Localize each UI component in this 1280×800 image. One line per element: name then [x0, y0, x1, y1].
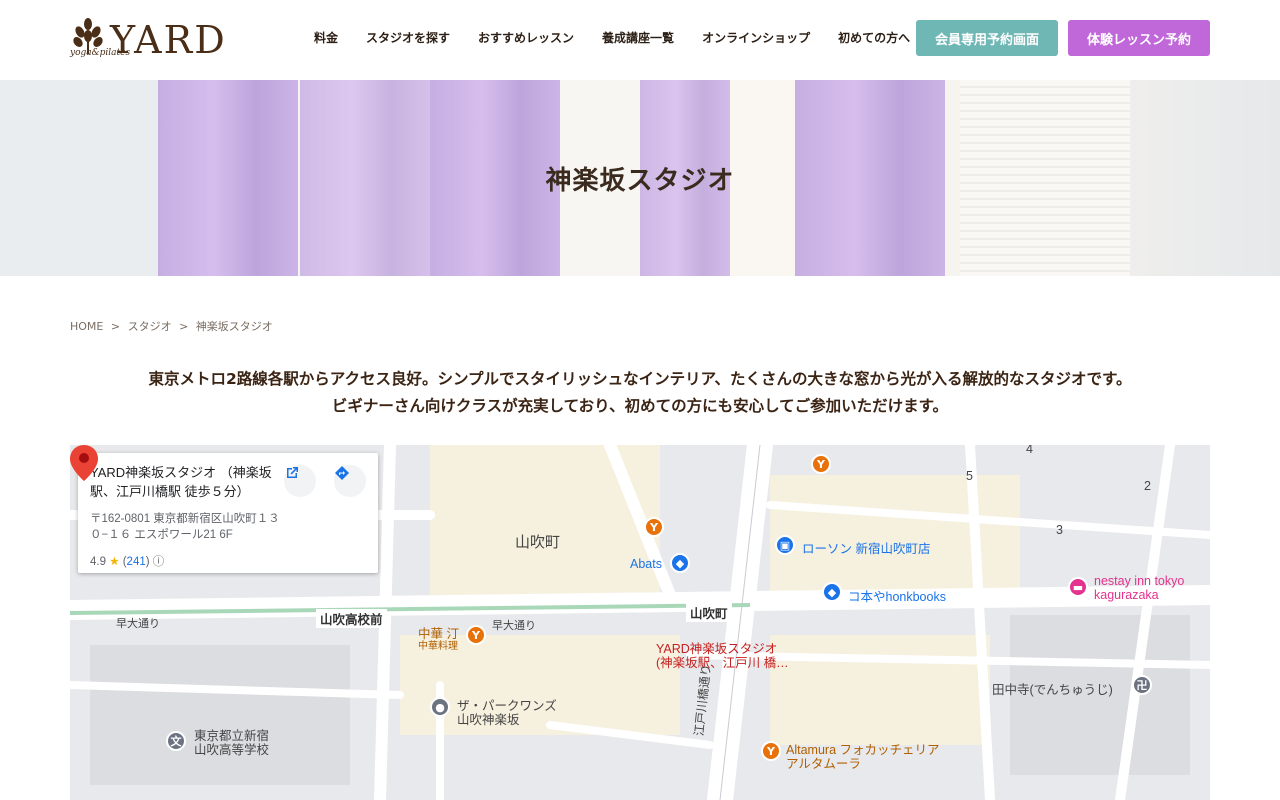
- breadcrumb-studio[interactable]: スタジオ: [128, 320, 172, 333]
- info-icon[interactable]: ⓘ: [153, 556, 165, 568]
- restaurant-icon[interactable]: Y: [761, 741, 781, 761]
- logo-tagline: yoga&pilates: [70, 48, 131, 58]
- studio-intro: 東京メトロ2路線各駅からアクセス良好。シンプルでスタイリッシュなインテリア、たく…: [70, 366, 1210, 420]
- main-nav: 料金 スタジオを探す おすすめレッスン 養成講座一覧 オンラインショップ 初めて…: [300, 28, 924, 48]
- member-booking-button[interactable]: 会員専用予約画面: [916, 20, 1058, 56]
- rating-value: 4.9: [90, 556, 106, 568]
- map-label[interactable]: kagurazaka: [1094, 588, 1159, 602]
- restaurant-icon[interactable]: Y: [644, 517, 664, 537]
- open-in-maps-icon[interactable]: [284, 465, 316, 497]
- intro-line: 東京メトロ2路線各駅からアクセス良好。シンプルでスタイリッシュなインテリア、たく…: [148, 370, 1132, 388]
- temple-icon[interactable]: 卍: [1132, 675, 1152, 695]
- map-label: 早大通り: [116, 618, 160, 630]
- site-header: YARD yoga&pilates 料金 スタジオを探す おすすめレッスン 養成…: [0, 0, 1280, 80]
- nav-item-recommended-lessons[interactable]: おすすめレッスン: [464, 28, 588, 48]
- map-label[interactable]: アルタムーラ: [786, 753, 861, 772]
- breadcrumb-current: 神楽坂スタジオ: [195, 320, 273, 333]
- nav-item-online-shop[interactable]: オンラインショップ: [688, 28, 824, 48]
- nav-item-first-time[interactable]: 初めての方へ: [824, 28, 924, 48]
- bookstore-icon[interactable]: ◆: [822, 582, 842, 602]
- map-label[interactable]: コ本やhonkbooks: [848, 586, 946, 605]
- map-label[interactable]: 山吹神楽坂: [457, 709, 520, 728]
- breadcrumb: HOME > スタジオ > 神楽坂スタジオ: [70, 318, 277, 334]
- location-pin-icon[interactable]: [70, 445, 98, 481]
- restaurant-icon[interactable]: Y: [811, 454, 831, 474]
- hero-banner: 神楽坂スタジオ: [0, 80, 1280, 276]
- place-icon[interactable]: ●: [430, 697, 450, 717]
- map-label: 早大通り: [492, 620, 536, 632]
- map-label[interactable]: Abats: [630, 557, 662, 571]
- breadcrumb-separator: >: [110, 320, 121, 333]
- map-label[interactable]: ローソン 新宿山吹町店: [802, 538, 930, 557]
- map-label[interactable]: 田中寺(でんちゅうじ): [992, 679, 1113, 698]
- breadcrumb-home[interactable]: HOME: [70, 320, 103, 333]
- map-label: 山吹高校前: [316, 609, 387, 628]
- breadcrumb-separator: >: [179, 320, 189, 333]
- map-label[interactable]: 中華料理: [418, 637, 458, 652]
- map-block-number: 5: [966, 469, 973, 483]
- map-label: 山吹町: [515, 534, 561, 551]
- shopping-icon[interactable]: ◆: [670, 553, 690, 573]
- map-label[interactable]: nestay inn tokyo: [1094, 574, 1184, 588]
- nav-item-find-studio[interactable]: スタジオを探す: [352, 28, 464, 48]
- map-block-number: 4: [1026, 445, 1033, 456]
- map-block-number: 3: [1056, 523, 1063, 537]
- star-icon: ★: [109, 556, 120, 568]
- restaurant-icon[interactable]: Y: [466, 625, 486, 645]
- intro-line: ビギナーさん向けクラスが充実しており、初めての方にも安心してご参加いただけます。: [331, 397, 949, 415]
- map-label[interactable]: (神楽坂駅、江戸川 橋…: [656, 652, 789, 671]
- map-label: 山吹町: [686, 603, 732, 622]
- map-info-card: YARD神楽坂スタジオ （神楽坂駅、江戸川橋駅 徒歩５分） 〒162-0801 …: [78, 453, 378, 573]
- hotel-icon[interactable]: ▬: [1068, 577, 1088, 597]
- place-rating: 4.9 ★ (241) ⓘ: [90, 556, 165, 568]
- trial-lesson-button[interactable]: 体験レッスン予約: [1068, 20, 1210, 56]
- place-name: YARD神楽坂スタジオ （神楽坂駅、江戸川橋駅 徒歩５分）: [90, 465, 272, 499]
- convenience-store-icon[interactable]: ▣: [775, 535, 795, 555]
- review-count-link[interactable]: 241: [127, 556, 146, 568]
- school-icon[interactable]: 文: [166, 731, 186, 751]
- directions-icon[interactable]: [334, 465, 366, 497]
- nav-item-pricing[interactable]: 料金: [300, 28, 352, 48]
- nav-item-training-courses[interactable]: 養成講座一覧: [588, 28, 688, 48]
- map-label[interactable]: 山吹高等学校: [194, 739, 269, 758]
- place-address: 〒162-0801 東京都新宿区山吹町１３０−１６ エスポワール21 6F: [90, 513, 280, 541]
- page-title: 神楽坂スタジオ: [545, 166, 735, 196]
- map-block-number: 2: [1144, 479, 1151, 493]
- yard-logo[interactable]: YARD yoga&pilates: [70, 18, 260, 62]
- google-map[interactable]: YARD神楽坂スタジオ （神楽坂駅、江戸川橋駅 徒歩５分） 〒162-0801 …: [70, 445, 1210, 800]
